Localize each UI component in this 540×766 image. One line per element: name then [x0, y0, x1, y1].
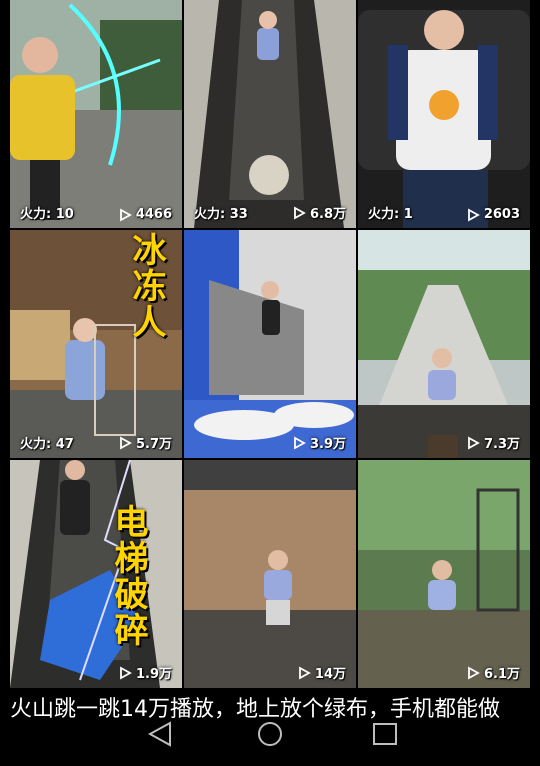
view-count: 5.7万 — [118, 433, 172, 452]
view-count-text: 5.7万 — [135, 437, 172, 452]
view-count-text: 6.8万 — [309, 207, 346, 222]
heat-label: 火力: 33 — [194, 207, 248, 222]
video-tile-2[interactable]: 火力: 33 6.8万 — [184, 0, 356, 228]
view-count-text: 1.9万 — [135, 667, 172, 682]
view-count: 2603 — [466, 207, 520, 222]
view-count: 7.3万 — [466, 433, 520, 452]
play-icon — [467, 207, 480, 222]
view-count-text: 14万 — [314, 667, 346, 682]
video-grid: 火力: 10 4466 火力: 33 6.8万 火力: 1 2603 冰冻人 火… — [0, 0, 540, 692]
video-tile-8[interactable]: 14万 — [184, 460, 356, 688]
recents-square-icon[interactable] — [365, 718, 405, 750]
heat-label: 火力: 10 — [20, 207, 74, 222]
video-tile-9[interactable]: 6.1万 — [358, 460, 530, 688]
view-count: 6.8万 — [292, 203, 346, 222]
view-count: 3.9万 — [292, 433, 346, 452]
overlay-title: 冰冻人 — [126, 232, 166, 340]
play-icon — [294, 435, 306, 450]
view-count: 6.1万 — [466, 663, 520, 682]
home-circle-icon[interactable] — [250, 718, 290, 750]
play-icon — [120, 665, 132, 680]
thumbnail-archer-boy — [10, 0, 182, 228]
play-icon — [120, 435, 132, 450]
view-count: 1.9万 — [118, 663, 172, 682]
heat-label: 火力: 1 — [368, 207, 413, 222]
thumbnail-stairs-boy — [184, 230, 356, 458]
thumbnail-house-boy — [184, 460, 356, 688]
thumbnail-escalator-boy — [184, 0, 356, 228]
overlay-title: 电梯破碎 — [108, 504, 148, 648]
video-tile-6[interactable]: 7.3万 — [358, 230, 530, 458]
play-icon — [119, 207, 132, 222]
thumbnail-sofa-boy — [358, 0, 530, 228]
play-icon — [468, 665, 480, 680]
view-count-text: 7.3万 — [483, 437, 520, 452]
video-tile-4[interactable]: 冰冻人 火力: 47 5.7万 — [10, 230, 182, 458]
play-icon — [299, 665, 311, 680]
view-count-text: 3.9万 — [309, 437, 346, 452]
play-icon — [468, 435, 480, 450]
navigation-bar — [0, 714, 540, 754]
play-icon — [294, 205, 306, 220]
view-count-text: 2603 — [483, 207, 520, 222]
thumbnail-road-boy — [358, 230, 530, 458]
view-count: 14万 — [297, 663, 346, 682]
back-triangle-icon[interactable] — [140, 718, 180, 750]
thumbnail-escalator-break — [10, 460, 182, 688]
view-count-text: 6.1万 — [483, 667, 520, 682]
video-tile-7[interactable]: 电梯破碎 1.9万 — [10, 460, 182, 688]
view-count-text: 4466 — [135, 207, 172, 222]
heat-label: 火力: 47 — [20, 437, 74, 452]
video-tile-1[interactable]: 火力: 10 4466 — [10, 0, 182, 228]
thumbnail-field-boy — [358, 460, 530, 688]
view-count: 4466 — [118, 207, 172, 222]
video-tile-3[interactable]: 火力: 1 2603 — [358, 0, 530, 228]
video-tile-5[interactable]: 3.9万 — [184, 230, 356, 458]
